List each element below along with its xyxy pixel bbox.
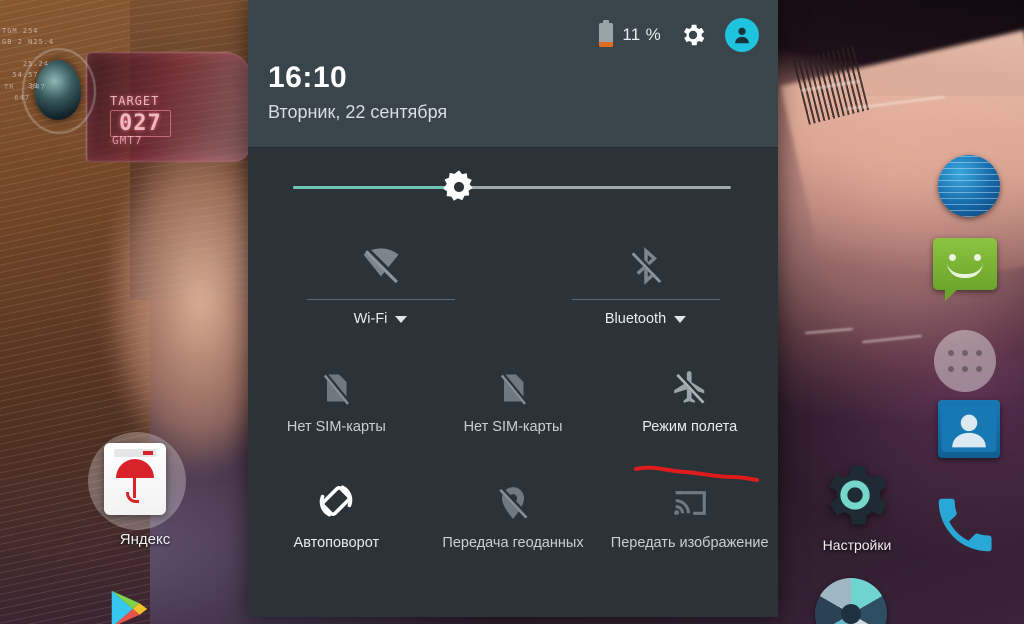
brightness-slider[interactable] [248, 148, 778, 230]
tile-auto-rotate[interactable]: Автоповорот [248, 474, 425, 552]
wifi-off-icon [360, 238, 402, 286]
umbrella-handle [126, 478, 139, 503]
tile-location[interactable]: Передача геоданных [425, 474, 602, 552]
status-row: 11 % [599, 18, 759, 52]
brightness-fill [293, 186, 456, 189]
tile-row-connectivity: Wi-Fi Bluetooth [248, 230, 778, 328]
wallpaper-streak [805, 327, 853, 335]
sim-card-off-icon [495, 358, 531, 406]
auto-rotate-icon [315, 474, 357, 522]
location-off-icon [494, 474, 532, 522]
browser-icon[interactable] [938, 155, 1000, 217]
camera-icon[interactable] [815, 578, 887, 624]
tile-wifi-label: Wi-Fi [353, 311, 388, 327]
sim-card-off-icon [318, 358, 354, 406]
settings-app-label: Настройки [822, 537, 892, 553]
clock-date: Вторник, 22 сентября [268, 102, 448, 122]
tile-airplane-mode[interactable]: Режим полета [601, 358, 778, 436]
tile-row-misc: Автоповорот Передача геоданных Передать … [248, 436, 778, 552]
bluetooth-off-icon [626, 238, 666, 286]
chevron-down-icon[interactable] [395, 316, 408, 323]
app-drawer-icon[interactable] [934, 330, 996, 392]
tile-bluetooth-label: Bluetooth [604, 311, 667, 327]
user-avatar-icon[interactable] [725, 18, 759, 52]
tile-divider [306, 299, 455, 300]
tile-airplane-mode-label: Режим полета [642, 419, 738, 435]
phone-dialer-icon[interactable] [930, 490, 1000, 560]
tile-divider [571, 299, 720, 300]
tile-sim1[interactable]: Нет SIM-карты [248, 358, 425, 436]
sms-eye-left [949, 254, 956, 261]
umbrella-icon [116, 459, 154, 478]
settings-gear-icon[interactable] [815, 455, 895, 535]
tile-wifi[interactable]: Wi-Fi [248, 238, 513, 328]
tile-sim2[interactable]: Нет SIM-карты [425, 358, 602, 436]
battery-fill-level [599, 41, 614, 47]
tile-sim1-label: Нет SIM-карты [286, 419, 386, 435]
hud-telemetry-low: TR 347 647 [4, 83, 46, 102]
hud-target-label: TARGET [110, 94, 160, 108]
wallpaper-streak [862, 334, 922, 344]
tile-sim2-label: Нет SIM-карты [463, 419, 563, 435]
play-store-icon[interactable] [105, 586, 153, 624]
battery-status: 11 % [599, 20, 661, 47]
yandex-search-bar [114, 449, 156, 457]
tile-wifi-label-group: Wi-Fi [354, 311, 408, 328]
tile-cast-label: Передать изображение [610, 535, 769, 551]
brightness-track[interactable] [293, 186, 731, 189]
cast-screen-icon [671, 474, 709, 522]
yandex-widget-icon[interactable] [104, 443, 166, 515]
airplane-mode-icon [671, 358, 709, 406]
sms-eye-right [974, 254, 981, 261]
tile-cast[interactable]: Передать изображение [601, 474, 778, 552]
contacts-icon[interactable] [938, 400, 1000, 458]
hud-gmt-label: GMT7 [112, 134, 143, 147]
gear-icon[interactable] [679, 21, 707, 49]
tile-bluetooth-label-group: Bluetooth [604, 311, 687, 328]
battery-percent-label: 11 % [622, 25, 661, 44]
tile-location-label: Передача геоданных [442, 535, 584, 551]
tile-bluetooth[interactable]: Bluetooth [513, 238, 778, 328]
tile-row-sim-airplane: Нет SIM-карты Нет SIM-карты Режим полета [248, 328, 778, 436]
clock-time: 16:10 [268, 61, 348, 94]
tile-auto-rotate-label: Автоповорот [293, 535, 380, 551]
hud-target-number: 027 [110, 110, 171, 137]
battery-icon [599, 20, 614, 47]
sms-messaging-icon[interactable] [933, 238, 997, 301]
panel-header: 11 % 16:10 Вторник, 22 сентября [248, 0, 778, 148]
chevron-down-icon[interactable] [674, 316, 687, 323]
yandex-widget-label: Яндекс [119, 531, 171, 548]
quick-settings-panel: 11 % 16:10 Вторник, 22 сентября Wi-Fi Bl… [248, 0, 778, 617]
sms-smile [947, 262, 983, 278]
brightness-sun-icon[interactable] [440, 168, 478, 206]
